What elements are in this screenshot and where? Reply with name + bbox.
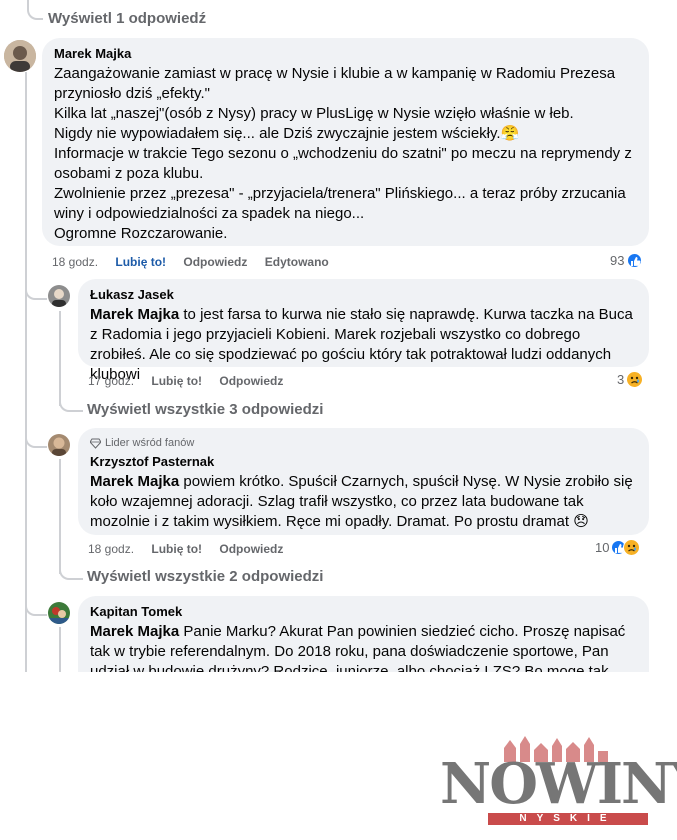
comment-line: Zwolnienie przez „prezesa" - „przyjaciel…	[54, 185, 626, 222]
comment-line: Informacje w trakcie Tego sezonu o „wcho…	[54, 145, 632, 182]
avatar-lukasz-jasek[interactable]	[48, 285, 70, 307]
reaction-count: 10	[595, 540, 610, 555]
comment-bubble: Łukasz Jasek Marek Majka to jest farsa t…	[78, 279, 649, 383]
reaction-count: 93	[610, 253, 625, 268]
reply-connector	[25, 600, 47, 616]
comment-line: Ogromne Rozczarowanie.	[54, 225, 228, 242]
sad-reaction-icon	[623, 539, 641, 556]
reaction-summary[interactable]: 93	[610, 252, 644, 269]
comment-time[interactable]: 17 godz.	[88, 374, 134, 388]
avatar-image	[48, 434, 70, 456]
comment-time[interactable]: 18 godz.	[88, 542, 134, 556]
like-button[interactable]: Lubię to!	[151, 374, 202, 388]
comment-line: Zaangażowanie zamiast w pracę w Nysie i …	[54, 65, 616, 102]
comment-text: Marek Majka to jest farsa to kurwa nie s…	[90, 305, 637, 385]
comment-author[interactable]: Marek Majka	[54, 46, 637, 62]
comment-actions: 18 godz. Lubię to! Odpowiedz Edytowano	[52, 255, 343, 269]
avatar-image	[48, 285, 70, 307]
logo-wordmark: NOWINY	[440, 751, 677, 817]
reply-thread-line	[59, 627, 61, 672]
like-button[interactable]: Lubię to!	[115, 255, 166, 269]
reply-thread-line	[59, 459, 61, 574]
comment-line: Kilka lat „naszej"(osób z Nysy) pracy w …	[54, 105, 574, 122]
reaction-summary[interactable]: 10	[595, 539, 641, 556]
logo-subtitle: NYSKIE	[488, 813, 648, 825]
mention-link[interactable]: Marek Majka	[90, 306, 179, 323]
comment-text: Marek Majka powiem krótko. Spuścił Czarn…	[90, 472, 637, 532]
view-replies-link[interactable]: Wyświetl wszystkie 3 odpowiedzi	[87, 401, 323, 418]
comment-actions: 17 godz. Lubię to! Odpowiedz	[88, 374, 297, 388]
diamond-icon	[90, 438, 101, 449]
comment-author[interactable]: Krzysztof Pasternak	[90, 454, 637, 470]
comment-bubble: Marek Majka Zaangażowanie zamiast w prac…	[42, 38, 649, 246]
comments-thread: Wyświetl 1 odpowiedź Marek Majka Zaangaż…	[0, 0, 677, 672]
reply-connector	[25, 432, 47, 448]
comment-line: Nigdy nie wypowiadałem się... ale Dziś z…	[54, 125, 520, 142]
avatar-krzysztof-pasternak[interactable]	[48, 434, 70, 456]
comment-text: Marek Majka Panie Marku? Akurat Pan powi…	[90, 622, 637, 672]
nowiny-nyskie-logo: NOWINY NYSKIE	[440, 736, 677, 828]
view-replies-link[interactable]: Wyświetl wszystkie 2 odpowiedzi	[87, 568, 323, 585]
fan-badge[interactable]: Lider wśród fanów	[90, 436, 637, 450]
reply-button[interactable]: Odpowiedz	[219, 542, 283, 556]
comment-text: Zaangażowanie zamiast w pracę w Nysie i …	[54, 64, 637, 244]
reaction-summary[interactable]: 3	[617, 371, 644, 388]
comment-actions: 18 godz. Lubię to! Odpowiedz	[88, 542, 297, 556]
avatar-image	[4, 40, 36, 72]
comment-bubble: Lider wśród fanów Krzysztof Pasternak Ma…	[78, 428, 649, 535]
view-replies-link-top[interactable]: Wyświetl 1 odpowiedź	[48, 10, 206, 27]
thread-connector	[27, 0, 43, 20]
reply-connector	[59, 565, 83, 580]
comment-bubble: Kapitan Tomek Marek Majka Panie Marku? A…	[78, 596, 649, 672]
mention-link[interactable]: Marek Majka	[90, 473, 179, 490]
reply-button[interactable]: Odpowiedz	[183, 255, 247, 269]
like-button[interactable]: Lubię to!	[151, 542, 202, 556]
comment-time[interactable]: 18 godz.	[52, 255, 98, 269]
reply-thread-line	[59, 311, 61, 406]
mention-link[interactable]: Marek Majka	[90, 623, 179, 640]
thread-line	[25, 72, 27, 672]
comment-author[interactable]: Łukasz Jasek	[90, 287, 637, 303]
fan-badge-label: Lider wśród fanów	[105, 437, 195, 449]
avatar-image	[48, 602, 70, 624]
like-reaction-icon	[626, 252, 644, 269]
avatar-marek-majka[interactable]	[4, 40, 36, 72]
reaction-count: 3	[617, 372, 625, 387]
reply-connector	[25, 285, 47, 300]
comment-author[interactable]: Kapitan Tomek	[90, 604, 637, 620]
avatar-kapitan-tomek[interactable]	[48, 602, 70, 624]
edited-label: Edytowano	[264, 255, 329, 269]
sad-reaction-icon	[626, 371, 644, 388]
reply-connector	[59, 397, 83, 412]
reply-button[interactable]: Odpowiedz	[219, 374, 283, 388]
